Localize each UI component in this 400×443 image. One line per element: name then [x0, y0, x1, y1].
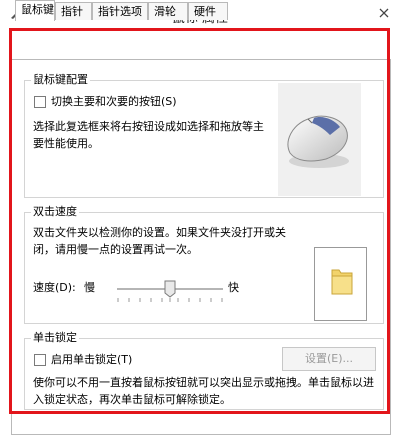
- speed-label: 速度(D):: [33, 281, 76, 294]
- close-icon[interactable]: [376, 5, 392, 21]
- speed-slider[interactable]: [117, 280, 223, 304]
- tab-pointer-options[interactable]: 指针选项: [92, 2, 148, 20]
- click-lock-label[interactable]: 启用单击锁定(T): [51, 353, 132, 367]
- fast-label: 快: [228, 281, 239, 294]
- tab-wheel[interactable]: 滑轮: [148, 2, 188, 20]
- button-config-legend: 鼠标键配置: [31, 73, 90, 87]
- folder-icon: [330, 266, 354, 299]
- mouse-illustration: [278, 83, 361, 196]
- click-lock-settings-button[interactable]: 设置(E)...: [282, 347, 376, 371]
- click-lock-legend: 单击锁定: [31, 331, 79, 345]
- click-lock-checkbox[interactable]: [34, 354, 46, 366]
- click-lock-description: 使你可以不用一直按着鼠标按钮就可以突出显示或拖拽。单击鼠标以进入锁定状态，再次单…: [33, 376, 374, 406]
- double-click-legend: 双击速度: [31, 205, 79, 219]
- double-click-description: 双击文件夹以检测你的设置。如果文件夹没打开或关闭，请用慢一点的设置再试一次。: [33, 226, 286, 256]
- tab-buttons[interactable]: 鼠标键: [15, 0, 55, 21]
- slow-label: 慢: [84, 281, 95, 294]
- switch-buttons-label[interactable]: 切换主要和次要的按钮(S): [51, 95, 177, 109]
- switch-buttons-checkbox[interactable]: [34, 96, 46, 108]
- tab-pointers[interactable]: 指针: [55, 2, 92, 20]
- button-config-description: 选择此复选框来将右按钮设成如选择和拖放等主要性能使用。: [33, 120, 264, 150]
- tab-hardware[interactable]: 硬件: [188, 2, 228, 20]
- test-folder-area[interactable]: [314, 247, 367, 321]
